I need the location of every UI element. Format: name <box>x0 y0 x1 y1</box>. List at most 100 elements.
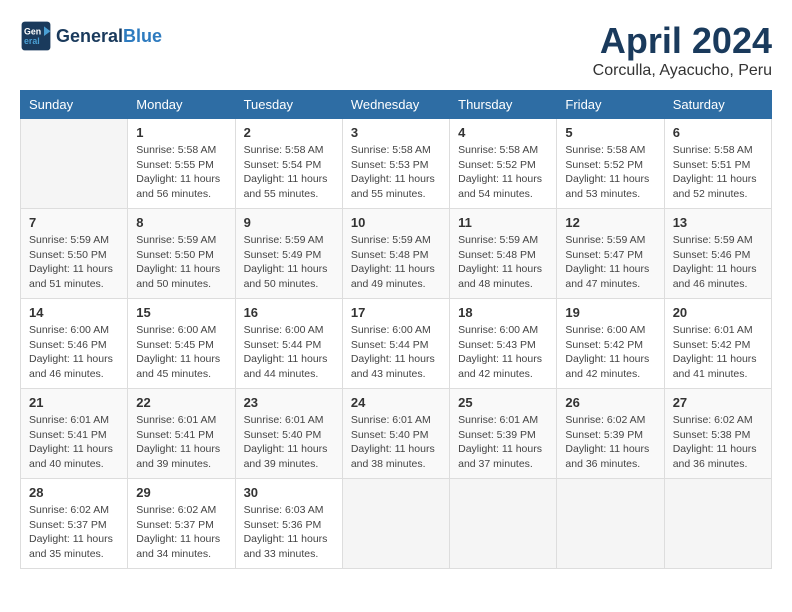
day-cell: 26 Sunrise: 6:02 AMSunset: 5:39 PMDayligh… <box>557 389 664 479</box>
day-info: Sunrise: 6:00 AMSunset: 5:44 PMDaylight:… <box>351 323 441 382</box>
day-number: 17 <box>351 305 441 320</box>
day-number: 9 <box>244 215 334 230</box>
day-info: Sunrise: 6:02 AMSunset: 5:38 PMDaylight:… <box>673 413 763 472</box>
day-number: 2 <box>244 125 334 140</box>
logo-icon: Gen eral <box>20 20 52 52</box>
col-header-tuesday: Tuesday <box>235 91 342 119</box>
day-cell: 6Sunrise: 5:58 AMSunset: 5:51 PMDaylight… <box>664 119 771 209</box>
day-cell <box>21 119 128 209</box>
day-number: 10 <box>351 215 441 230</box>
day-info: Sunrise: 6:01 AMSunset: 5:40 PMDaylight:… <box>351 413 441 472</box>
day-number: 4 <box>458 125 548 140</box>
day-cell: 19 Sunrise: 6:00 AMSunset: 5:42 PMDayligh… <box>557 299 664 389</box>
day-info: Sunrise: 5:58 AMSunset: 5:52 PMDaylight:… <box>565 143 655 202</box>
day-info: Sunrise: 6:02 AMSunset: 5:37 PMDaylight:… <box>29 503 119 562</box>
day-number: 24 <box>351 395 441 410</box>
day-info: Sunrise: 5:58 AMSunset: 5:55 PMDaylight:… <box>136 143 226 202</box>
day-cell <box>342 479 449 569</box>
day-cell: 14 Sunrise: 6:00 AMSunset: 5:46 PMDayligh… <box>21 299 128 389</box>
day-info: Sunrise: 6:00 AMSunset: 5:44 PMDaylight:… <box>244 323 334 382</box>
day-number: 20 <box>673 305 763 320</box>
day-cell: 10 Sunrise: 5:59 AMSunset: 5:48 PMDayligh… <box>342 209 449 299</box>
day-info: Sunrise: 5:59 AMSunset: 5:46 PMDaylight:… <box>673 233 763 292</box>
week-row-3: 14 Sunrise: 6:00 AMSunset: 5:46 PMDayligh… <box>21 299 772 389</box>
col-header-saturday: Saturday <box>664 91 771 119</box>
title-block: April 2024 Corculla, Ayacucho, Peru <box>593 20 772 80</box>
day-cell: 27 Sunrise: 6:02 AMSunset: 5:38 PMDayligh… <box>664 389 771 479</box>
week-row-2: 7Sunrise: 5:59 AMSunset: 5:50 PMDaylight… <box>21 209 772 299</box>
day-number: 16 <box>244 305 334 320</box>
day-info: Sunrise: 5:58 AMSunset: 5:52 PMDaylight:… <box>458 143 548 202</box>
day-cell: 2 Sunrise: 5:58 AMSunset: 5:54 PMDaylight… <box>235 119 342 209</box>
day-number: 12 <box>565 215 655 230</box>
day-info: Sunrise: 5:59 AMSunset: 5:48 PMDaylight:… <box>351 233 441 292</box>
day-number: 26 <box>565 395 655 410</box>
day-cell: 13 Sunrise: 5:59 AMSunset: 5:46 PMDayligh… <box>664 209 771 299</box>
day-number: 15 <box>136 305 226 320</box>
day-info: Sunrise: 5:59 AMSunset: 5:49 PMDaylight:… <box>244 233 334 292</box>
day-cell: 15 Sunrise: 6:00 AMSunset: 5:45 PMDayligh… <box>128 299 235 389</box>
day-info: Sunrise: 6:00 AMSunset: 5:46 PMDaylight:… <box>29 323 119 382</box>
day-cell: 17 Sunrise: 6:00 AMSunset: 5:44 PMDayligh… <box>342 299 449 389</box>
week-row-4: 21 Sunrise: 6:01 AMSunset: 5:41 PMDayligh… <box>21 389 772 479</box>
day-info: Sunrise: 6:01 AMSunset: 5:40 PMDaylight:… <box>244 413 334 472</box>
day-number: 23 <box>244 395 334 410</box>
day-number: 19 <box>565 305 655 320</box>
day-cell: 20 Sunrise: 6:01 AMSunset: 5:42 PMDayligh… <box>664 299 771 389</box>
week-row-1: 1 Sunrise: 5:58 AMSunset: 5:55 PMDaylight… <box>21 119 772 209</box>
day-info: Sunrise: 6:00 AMSunset: 5:42 PMDaylight:… <box>565 323 655 382</box>
logo-name: GeneralBlue <box>56 26 162 47</box>
day-number: 21 <box>29 395 119 410</box>
day-info: Sunrise: 6:01 AMSunset: 5:41 PMDaylight:… <box>29 413 119 472</box>
logo: Gen eral GeneralBlue <box>20 20 162 52</box>
day-cell: 9 Sunrise: 5:59 AMSunset: 5:49 PMDaylight… <box>235 209 342 299</box>
day-info: Sunrise: 5:59 AMSunset: 5:50 PMDaylight:… <box>29 233 119 292</box>
calendar-table: SundayMondayTuesdayWednesdayThursdayFrid… <box>20 90 772 569</box>
day-number: 11 <box>458 215 548 230</box>
day-number: 13 <box>673 215 763 230</box>
day-cell <box>664 479 771 569</box>
day-info: Sunrise: 6:02 AMSunset: 5:39 PMDaylight:… <box>565 413 655 472</box>
day-number: 27 <box>673 395 763 410</box>
day-info: Sunrise: 6:00 AMSunset: 5:45 PMDaylight:… <box>136 323 226 382</box>
day-cell: 16 Sunrise: 6:00 AMSunset: 5:44 PMDayligh… <box>235 299 342 389</box>
header-row: SundayMondayTuesdayWednesdayThursdayFrid… <box>21 91 772 119</box>
day-cell: 12Sunrise: 5:59 AMSunset: 5:47 PMDayligh… <box>557 209 664 299</box>
day-info: Sunrise: 5:58 AMSunset: 5:54 PMDaylight:… <box>244 143 334 202</box>
day-number: 14 <box>29 305 119 320</box>
week-row-5: 28 Sunrise: 6:02 AMSunset: 5:37 PMDayligh… <box>21 479 772 569</box>
day-cell: 18Sunrise: 6:00 AMSunset: 5:43 PMDayligh… <box>450 299 557 389</box>
col-header-thursday: Thursday <box>450 91 557 119</box>
day-cell: 4 Sunrise: 5:58 AMSunset: 5:52 PMDaylight… <box>450 119 557 209</box>
col-header-monday: Monday <box>128 91 235 119</box>
day-cell: 21 Sunrise: 6:01 AMSunset: 5:41 PMDayligh… <box>21 389 128 479</box>
day-cell: 28 Sunrise: 6:02 AMSunset: 5:37 PMDayligh… <box>21 479 128 569</box>
day-number: 6 <box>673 125 763 140</box>
day-cell: 25Sunrise: 6:01 AMSunset: 5:39 PMDayligh… <box>450 389 557 479</box>
day-number: 30 <box>244 485 334 500</box>
day-number: 28 <box>29 485 119 500</box>
day-cell: 11 Sunrise: 5:59 AMSunset: 5:48 PMDayligh… <box>450 209 557 299</box>
day-cell: 24 Sunrise: 6:01 AMSunset: 5:40 PMDayligh… <box>342 389 449 479</box>
day-number: 1 <box>136 125 226 140</box>
day-number: 18 <box>458 305 548 320</box>
day-cell: 3Sunrise: 5:58 AMSunset: 5:53 PMDaylight… <box>342 119 449 209</box>
day-cell: 5 Sunrise: 5:58 AMSunset: 5:52 PMDaylight… <box>557 119 664 209</box>
day-cell <box>450 479 557 569</box>
day-cell <box>557 479 664 569</box>
col-header-wednesday: Wednesday <box>342 91 449 119</box>
day-info: Sunrise: 6:01 AMSunset: 5:42 PMDaylight:… <box>673 323 763 382</box>
day-cell: 22 Sunrise: 6:01 AMSunset: 5:41 PMDayligh… <box>128 389 235 479</box>
day-number: 5 <box>565 125 655 140</box>
month-title: April 2024 <box>593 20 772 62</box>
day-number: 29 <box>136 485 226 500</box>
col-header-sunday: Sunday <box>21 91 128 119</box>
svg-text:Gen: Gen <box>24 26 41 36</box>
day-number: 22 <box>136 395 226 410</box>
svg-text:eral: eral <box>24 36 40 46</box>
day-cell: 29Sunrise: 6:02 AMSunset: 5:37 PMDayligh… <box>128 479 235 569</box>
day-number: 3 <box>351 125 441 140</box>
day-info: Sunrise: 6:01 AMSunset: 5:41 PMDaylight:… <box>136 413 226 472</box>
day-info: Sunrise: 5:59 AMSunset: 5:48 PMDaylight:… <box>458 233 548 292</box>
day-number: 8 <box>136 215 226 230</box>
